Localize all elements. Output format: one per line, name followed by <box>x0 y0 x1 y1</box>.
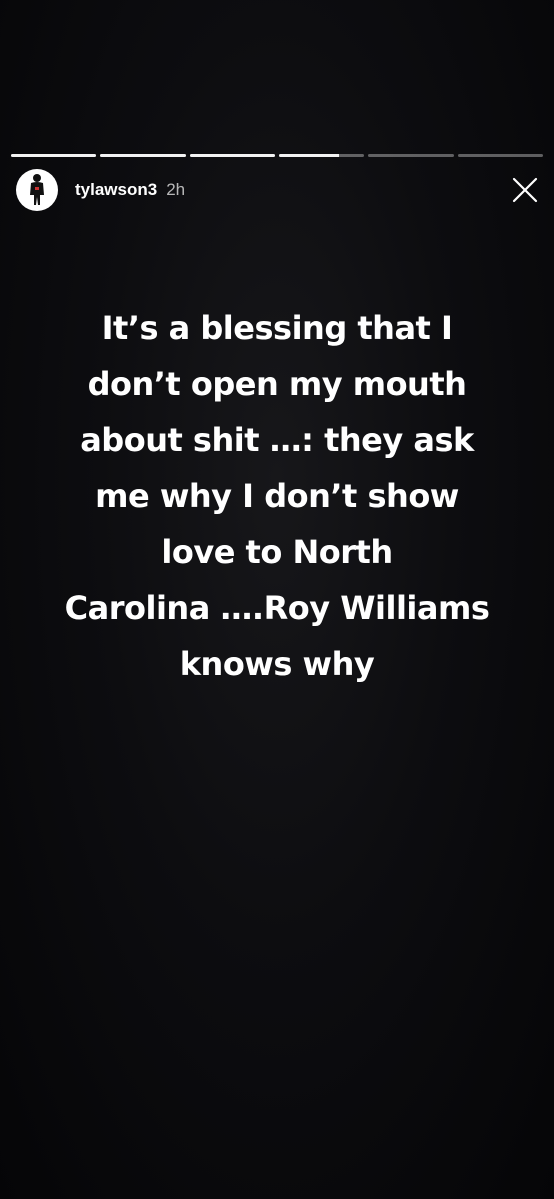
progress-segment <box>189 154 275 157</box>
person-silhouette-icon <box>30 174 44 205</box>
story-header: tylawson3 2h <box>16 168 540 212</box>
progress-segment-fill <box>278 154 339 157</box>
story-text-line: Carolina ….Roy Williams <box>64 589 490 627</box>
story-timestamp: 2h <box>166 180 186 199</box>
story-text: It’s a blessing that I don’t open my mou… <box>20 300 534 692</box>
progress-segment-fill <box>11 154 97 157</box>
story-text-line: love to North <box>161 533 393 571</box>
progress-segment <box>11 154 97 157</box>
progress-segment-fill <box>100 154 186 157</box>
progress-segment <box>368 154 454 157</box>
avatar[interactable] <box>16 169 58 211</box>
story-text-line: don’t open my mouth <box>87 365 467 403</box>
username[interactable]: tylawson3 <box>75 180 157 200</box>
story-text-line: me why I don’t show <box>95 477 459 515</box>
progress-segment <box>278 154 365 157</box>
story-text-line: It’s a blessing that I <box>101 309 453 347</box>
story-text-line: about shit …: they ask <box>80 421 474 459</box>
close-button[interactable] <box>510 175 540 205</box>
progress-segment <box>457 154 543 157</box>
progress-segment <box>100 154 186 157</box>
story-text-line: knows why <box>179 645 375 683</box>
progress-segment-fill <box>189 154 275 157</box>
close-icon <box>512 177 538 203</box>
story-viewer[interactable]: tylawson3 2h It’s a blessing that I don’… <box>0 0 554 1199</box>
story-progress-bar <box>11 154 543 158</box>
